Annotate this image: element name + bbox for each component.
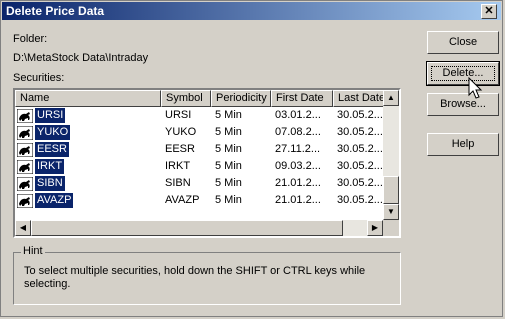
column-header-periodicity[interactable]: Periodicity	[211, 90, 271, 107]
periodicity-cell: 5 Min	[215, 160, 242, 172]
security-name: URSI	[35, 108, 66, 123]
name-cell: YUKO	[15, 124, 161, 141]
last-date-cell: 30.05.2...	[337, 177, 383, 189]
last-date-cell: 30.05.2...	[337, 143, 383, 155]
name-cell: URSI	[15, 107, 161, 124]
column-header-symbol[interactable]: Symbol	[161, 90, 211, 107]
bull-icon	[17, 108, 33, 123]
scroll-right-icon[interactable]: ▶	[367, 220, 383, 236]
vertical-scroll-thumb[interactable]	[383, 176, 399, 204]
delete-button[interactable]: Delete...	[426, 61, 500, 86]
security-name: YUKO	[35, 125, 71, 140]
window-title: Delete Price Data	[6, 4, 105, 18]
scrollbar-corner	[383, 220, 399, 236]
list-rows: URSI URSI 5 Min 03.01.2... 30.05.2... YU…	[15, 107, 387, 209]
name-cell: IRKT	[15, 158, 161, 175]
scroll-up-icon[interactable]: ▲	[383, 90, 399, 106]
name-cell: EESR	[15, 141, 161, 158]
symbol-cell: AVAZP	[165, 194, 200, 206]
bull-icon	[17, 159, 33, 174]
horizontal-scroll-thumb[interactable]	[31, 220, 343, 236]
security-name: AVAZP	[35, 193, 74, 208]
hint-title: Hint	[21, 245, 45, 257]
list-item[interactable]: IRKT IRKT 5 Min 09.03.2... 30.05.2...	[15, 158, 387, 175]
mouse-pointer-icon	[468, 77, 483, 99]
first-date-cell: 27.11.2...	[275, 143, 321, 155]
symbol-cell: EESR	[165, 143, 195, 155]
periodicity-cell: 5 Min	[215, 177, 242, 189]
last-date-cell: 30.05.2...	[337, 194, 383, 206]
column-header-last-date[interactable]: Last Date	[333, 90, 387, 107]
first-date-cell: 21.01.2...	[275, 194, 321, 206]
scroll-down-icon[interactable]: ▼	[383, 204, 399, 220]
list-item[interactable]: YUKO YUKO 5 Min 07.08.2... 30.05.2...	[15, 124, 387, 141]
list-item[interactable]: URSI URSI 5 Min 03.01.2... 30.05.2...	[15, 107, 387, 124]
security-name: IRKT	[35, 159, 65, 174]
security-name: EESR	[35, 142, 69, 157]
bull-icon	[17, 176, 33, 191]
name-cell: AVAZP	[15, 192, 161, 209]
list-item[interactable]: SIBN SIBN 5 Min 21.01.2... 30.05.2...	[15, 175, 387, 192]
column-header-name[interactable]: Name	[15, 90, 161, 107]
title-bar: Delete Price Data ✕	[2, 2, 501, 20]
vertical-scrollbar[interactable]: ▲ ▼	[383, 90, 399, 220]
folder-label: Folder:	[13, 33, 48, 45]
periodicity-cell: 5 Min	[215, 109, 242, 121]
bull-icon	[17, 193, 33, 208]
folder-path: D:\MetaStock Data\Intraday	[13, 52, 149, 64]
security-name: SIBN	[35, 176, 65, 191]
symbol-cell: SIBN	[165, 177, 191, 189]
hint-group: Hint To select multiple securities, hold…	[13, 245, 401, 305]
first-date-cell: 21.01.2...	[275, 177, 321, 189]
periodicity-cell: 5 Min	[215, 126, 242, 138]
securities-label: Securities:	[13, 72, 65, 84]
last-date-cell: 30.05.2...	[337, 126, 383, 138]
bull-icon	[17, 125, 33, 140]
periodicity-cell: 5 Min	[215, 194, 242, 206]
list-item[interactable]: EESR EESR 5 Min 27.11.2... 30.05.2...	[15, 141, 387, 158]
first-date-cell: 09.03.2...	[275, 160, 321, 172]
last-date-cell: 30.05.2...	[337, 160, 383, 172]
periodicity-cell: 5 Min	[215, 143, 242, 155]
securities-list[interactable]: Name Symbol Periodicity First Date Last …	[13, 88, 401, 238]
symbol-cell: URSI	[165, 109, 192, 121]
first-date-cell: 07.08.2...	[275, 126, 321, 138]
last-date-cell: 30.05.2...	[337, 109, 383, 121]
browse-button[interactable]: Browse...	[427, 93, 499, 116]
column-header-first-date[interactable]: First Date	[271, 90, 333, 107]
first-date-cell: 03.01.2...	[275, 109, 321, 121]
close-icon[interactable]: ✕	[481, 4, 497, 19]
delete-price-data-dialog: Delete Price Data ✕ Folder: D:\MetaStock…	[0, 0, 503, 317]
scroll-left-icon[interactable]: ◀	[15, 220, 31, 236]
bull-icon	[17, 142, 33, 157]
symbol-cell: IRKT	[165, 160, 191, 172]
hint-text: To select multiple securities, hold down…	[24, 265, 366, 290]
help-button[interactable]: Help	[427, 133, 499, 156]
name-cell: SIBN	[15, 175, 161, 192]
close-button[interactable]: Close	[427, 31, 499, 54]
symbol-cell: YUKO	[165, 126, 197, 138]
list-header: Name Symbol Periodicity First Date Last …	[15, 90, 387, 107]
list-item[interactable]: AVAZP AVAZP 5 Min 21.01.2... 30.05.2...	[15, 192, 387, 209]
horizontal-scrollbar[interactable]: ◀ ▶	[15, 220, 383, 236]
